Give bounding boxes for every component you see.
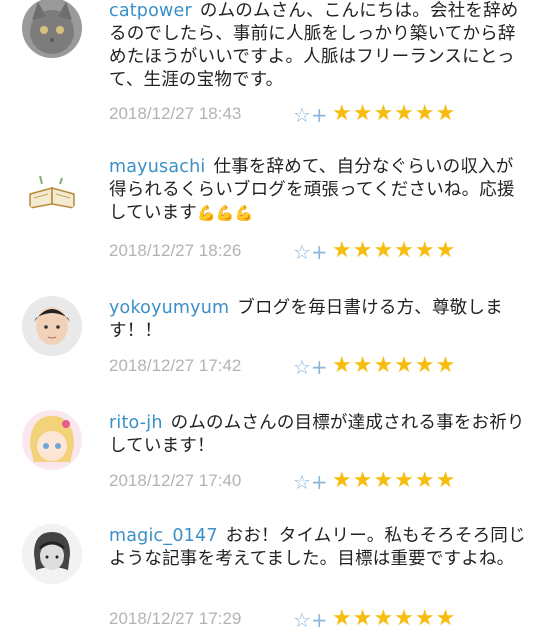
timestamp: 2018/12/27 17:42 (109, 356, 242, 375)
comment-meta: 2018/12/27 17:29 ☆+ ★★★★★★ (109, 606, 529, 633)
comment-meta: 2018/12/27 17:42 ☆+ ★★★★★★ (109, 353, 529, 380)
timestamp: 2018/12/27 17:40 (109, 471, 242, 490)
username-link[interactable]: rito-jh (109, 413, 163, 433)
username-link[interactable]: magic_0147 (109, 526, 218, 546)
timestamp: 2018/12/27 18:26 (109, 241, 242, 260)
star-rating: ★★★★★★ (332, 606, 457, 631)
star-rating: ★★★★★★ (332, 353, 457, 378)
comment-meta: 2018/12/27 18:26 ☆+ ★★★★★★ (109, 238, 529, 265)
add-star-button[interactable]: ☆+ (293, 355, 328, 379)
add-star-button[interactable]: ☆+ (293, 240, 328, 264)
timestamp: 2018/12/27 17:29 (109, 609, 242, 628)
anime-avatar-icon[interactable] (22, 410, 82, 470)
person-avatar-icon[interactable] (22, 296, 82, 356)
star-rating: ★★★★★★ (332, 468, 457, 493)
comment-body: のムのムさんの目標が達成される事をお祈りしています！ (109, 413, 525, 456)
sketch-avatar-icon[interactable] (22, 524, 82, 584)
username-link[interactable]: yokoyumyum (109, 298, 229, 318)
comment-text: magic_0147 おお！タイムリー。私もそろそろ同じような記事を考えてました。… (109, 525, 529, 571)
comment-item: magic_0147 おお！タイムリー。私もそろそろ同じような記事を考えてました。… (0, 0, 548, 632)
comment-text: yokoyumyum ブログを毎日書ける方、尊敬します！！ (109, 297, 529, 343)
star-rating: ★★★★★★ (332, 238, 457, 263)
add-star-button[interactable]: ☆+ (293, 470, 328, 494)
comment-meta: 2018/12/27 17:40 ☆+ ★★★★★★ (109, 468, 529, 495)
comment-text: mayusachi 仕事を辞めて、自分なぐらいの収入が得られるくらいブログを頑張っ… (109, 156, 529, 225)
username-link[interactable]: mayusachi (109, 157, 205, 177)
flex-emoji-icon: 💪💪💪 (196, 204, 254, 222)
book-avatar-icon[interactable] (22, 156, 82, 216)
comment-text: rito-jh のムのムさんの目標が達成される事をお祈りしています！ (109, 412, 529, 458)
add-star-button[interactable]: ☆+ (293, 608, 328, 632)
